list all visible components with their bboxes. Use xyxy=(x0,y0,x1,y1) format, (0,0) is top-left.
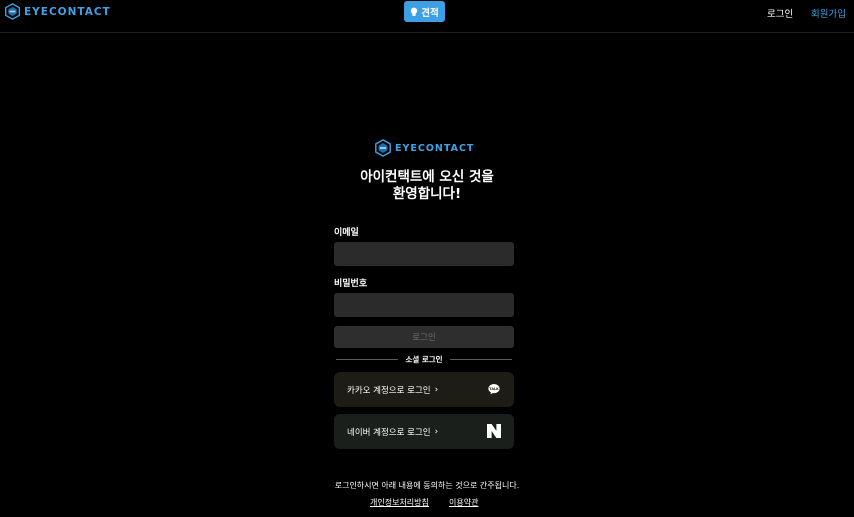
privacy-policy-link[interactable]: 개인정보처리방침 xyxy=(370,497,429,508)
email-field[interactable] xyxy=(334,242,514,266)
welcome-title-line2: 환영합니다! xyxy=(392,186,462,202)
naver-login-label: 네이버 계정으로 로그인 xyxy=(347,427,431,438)
naver-login-button[interactable]: 네이버 계정으로 로그인 › xyxy=(334,414,514,449)
social-login-divider: 소셜 로그인 xyxy=(336,354,512,365)
header-logo[interactable]: EYECONTACT xyxy=(4,3,111,20)
chevron-right-icon: › xyxy=(434,426,439,437)
social-login-label: 소셜 로그인 xyxy=(405,355,443,364)
login-button-label: 로그인 xyxy=(412,333,436,343)
quote-button-label: 견적 xyxy=(421,7,439,19)
logo-text: EYECONTACT xyxy=(395,142,475,154)
chevron-right-icon: › xyxy=(434,384,439,395)
agreement-text: 로그인하시면 아래 내용에 동의하는 것으로 간주됩니다. xyxy=(334,481,520,490)
nav-signup-link[interactable]: 회원가입 xyxy=(811,6,846,20)
top-nav: EYECONTACT 견적 로그인 회원가입 xyxy=(0,0,854,33)
quote-button[interactable]: 견적 xyxy=(404,1,445,22)
login-button[interactable]: 로그인 xyxy=(334,326,514,348)
nav-login-link[interactable]: 로그인 xyxy=(767,6,793,20)
divider-line xyxy=(449,359,512,360)
email-label: 이메일 xyxy=(334,228,359,238)
naver-n-icon xyxy=(487,424,501,438)
eyecontact-logo-icon xyxy=(5,3,20,20)
logo-text: EYECONTACT xyxy=(24,5,111,18)
terms-of-use-link[interactable]: 이용약관 xyxy=(449,497,478,508)
kakao-talk-icon: TALK xyxy=(488,384,500,395)
lightbulb-icon xyxy=(411,7,418,16)
password-label: 비밀번호 xyxy=(334,279,368,289)
password-field[interactable] xyxy=(334,293,514,317)
eyecontact-logo-icon xyxy=(375,139,391,157)
main-logo: EYECONTACT xyxy=(374,139,474,157)
svg-text:TALK: TALK xyxy=(489,387,499,391)
kakao-login-button[interactable]: 카카오 계정으로 로그인 › TALK xyxy=(334,372,514,407)
divider-line xyxy=(336,359,399,360)
kakao-login-label: 카카오 계정으로 로그인 xyxy=(347,385,431,396)
